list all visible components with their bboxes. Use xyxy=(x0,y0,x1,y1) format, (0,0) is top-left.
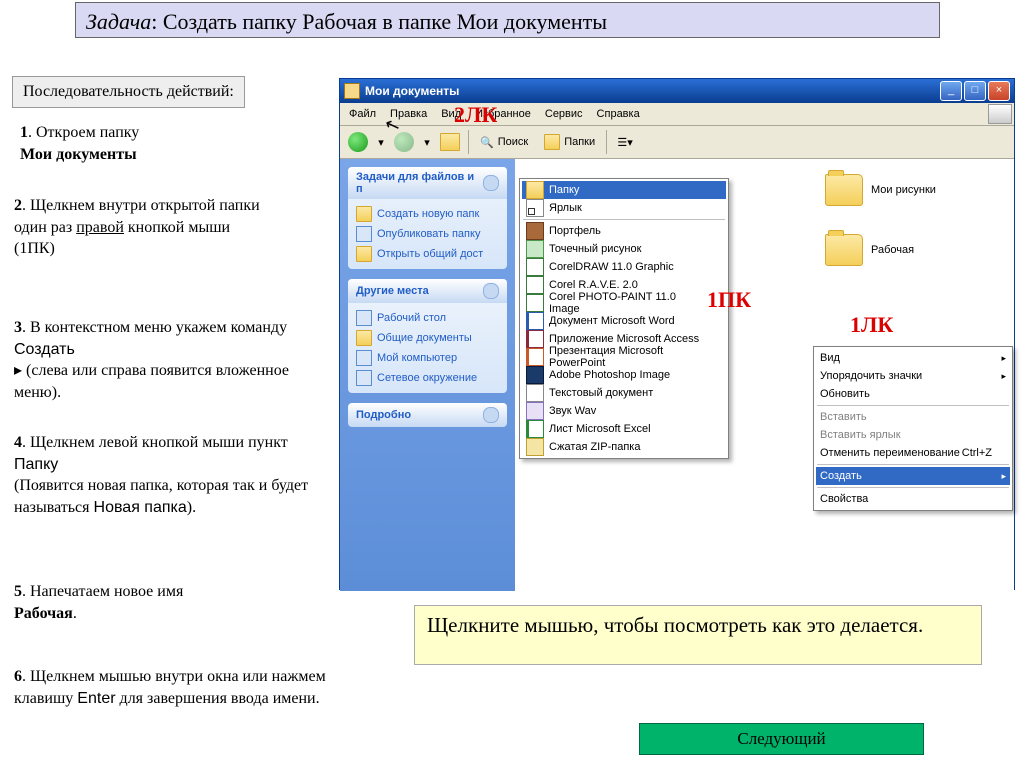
tasks-header: Задачи для файлов и п xyxy=(356,171,483,195)
up-button[interactable] xyxy=(436,128,464,156)
sub-powerpoint[interactable]: Презентация Microsoft PowerPoint xyxy=(522,348,726,366)
places-header: Другие места xyxy=(356,285,429,297)
step-2: 2. Щелкнем внутри открытой папки один ра… xyxy=(14,195,269,260)
annot-2lk: 2ЛК xyxy=(454,102,497,128)
back-button[interactable] xyxy=(344,128,372,156)
maximize-button[interactable]: □ xyxy=(964,81,986,101)
step-5: 5. Напечатаем новое имя Рабочая. xyxy=(14,581,274,624)
windows-flag-icon xyxy=(988,104,1012,124)
sub-zip[interactable]: Сжатая ZIP-папка xyxy=(522,438,726,456)
step-3: 3. В контекстном меню укажем команду Соз… xyxy=(14,317,304,403)
sub-photoshop[interactable]: Adobe Photoshop Image xyxy=(522,366,726,384)
sub-wav[interactable]: Звук Wav xyxy=(522,402,726,420)
ctx-create[interactable]: Создать▸ xyxy=(816,467,1010,485)
sub-excel[interactable]: Лист Microsoft Excel xyxy=(522,420,726,438)
sub-coreldraw[interactable]: CorelDRAW 11.0 Graphic xyxy=(522,258,726,276)
task-publish[interactable]: Опубликовать папку xyxy=(356,224,499,244)
task-header: Задача: Создать папку Рабочая в папке Мо… xyxy=(75,2,940,38)
chevron-icon[interactable] xyxy=(483,283,499,299)
ctx-properties[interactable]: Свойства xyxy=(816,490,1010,508)
task-share[interactable]: Открыть общий дост xyxy=(356,244,499,264)
ctx-paste-link[interactable]: Вставить ярлык xyxy=(816,426,1010,444)
ctx-paste[interactable]: Вставить xyxy=(816,408,1010,426)
sub-folder[interactable]: Папку xyxy=(522,181,726,199)
task-text: : Создать папку Рабочая в папке Мои доку… xyxy=(151,9,607,34)
menu-help[interactable]: Справка xyxy=(590,105,647,123)
sidebar: Задачи для файлов и п Создать новую папк… xyxy=(340,159,515,591)
back-dropdown[interactable]: ▾ xyxy=(374,128,388,156)
window-title: Мои документы xyxy=(365,84,940,98)
place-shared[interactable]: Общие документы xyxy=(356,328,499,348)
details-header: Подробно xyxy=(356,409,411,421)
folder-my-pictures[interactable]: Мои рисунки xyxy=(825,174,936,206)
ctx-refresh[interactable]: Обновить xyxy=(816,385,1010,403)
annot-1pk: 1ПК xyxy=(707,287,751,313)
task-prefix: Задача xyxy=(86,9,151,34)
create-submenu: Папку Ярлык Портфель Точечный рисунок Co… xyxy=(519,178,729,459)
views-button[interactable]: ☰▾ xyxy=(611,128,639,156)
context-menu: Вид▸ Упорядочить значки▸ Обновить Встави… xyxy=(813,346,1013,511)
menu-file[interactable]: Файл xyxy=(342,105,383,123)
minimize-button[interactable]: _ xyxy=(940,81,962,101)
sub-word[interactable]: Документ Microsoft Word xyxy=(522,312,726,330)
step-1: 1. Откроем папкуМои документы xyxy=(20,122,220,165)
sub-shortcut[interactable]: Ярлык xyxy=(522,199,726,217)
task-new-folder[interactable]: Создать новую папк xyxy=(356,204,499,224)
chevron-icon[interactable] xyxy=(483,407,499,423)
step-4: 4. Щелкнем левой кнопкой мыши пункт Папк… xyxy=(14,432,314,518)
close-button[interactable]: × xyxy=(988,81,1010,101)
details-panel: Подробно xyxy=(348,403,507,427)
ctx-view[interactable]: Вид▸ xyxy=(816,349,1010,367)
sub-bitmap[interactable]: Точечный рисунок xyxy=(522,240,726,258)
sub-corelpaint[interactable]: Corel PHOTO-PAINT 11.0 Image xyxy=(522,294,726,312)
folders-button[interactable]: Папки xyxy=(537,128,602,156)
next-button[interactable]: Следующий xyxy=(639,723,924,755)
ctx-arrange[interactable]: Упорядочить значки▸ xyxy=(816,367,1010,385)
fwd-dropdown[interactable]: ▾ xyxy=(420,128,434,156)
tasks-panel: Задачи для файлов и п Создать новую папк… xyxy=(348,167,507,269)
folder-rabochaya[interactable]: Рабочая xyxy=(825,234,914,266)
folder-icon xyxy=(344,83,360,99)
search-button[interactable]: 🔍 Поиск xyxy=(473,128,535,156)
folder-icon xyxy=(825,234,863,266)
sub-briefcase[interactable]: Портфель xyxy=(522,222,726,240)
folder-icon xyxy=(825,174,863,206)
titlebar[interactable]: Мои документы _ □ × xyxy=(340,79,1014,103)
annot-1lk: 1ЛК xyxy=(850,312,893,338)
menu-tools[interactable]: Сервис xyxy=(538,105,590,123)
step-6: 6. Щелкнем мышью внутри окна или нажмем … xyxy=(14,666,334,709)
chevron-icon[interactable] xyxy=(483,175,499,191)
place-computer[interactable]: Мой компьютер xyxy=(356,348,499,368)
hint-box: Щелкните мышью, чтобы посмотреть как это… xyxy=(414,605,982,665)
place-network[interactable]: Сетевое окружение xyxy=(356,368,499,388)
sequence-header: Последовательность действий: xyxy=(12,76,245,108)
sub-text[interactable]: Текстовый документ xyxy=(522,384,726,402)
menubar: Файл Правка Вид Избранное Сервис Справка xyxy=(340,103,1014,126)
toolbar: ▾ ▾ 🔍 Поиск Папки ☰▾ xyxy=(340,126,1014,159)
ctx-undo[interactable]: Отменить переименованиеCtrl+Z xyxy=(816,444,1010,462)
place-desktop[interactable]: Рабочий стол xyxy=(356,308,499,328)
places-panel: Другие места Рабочий стол Общие документ… xyxy=(348,279,507,393)
